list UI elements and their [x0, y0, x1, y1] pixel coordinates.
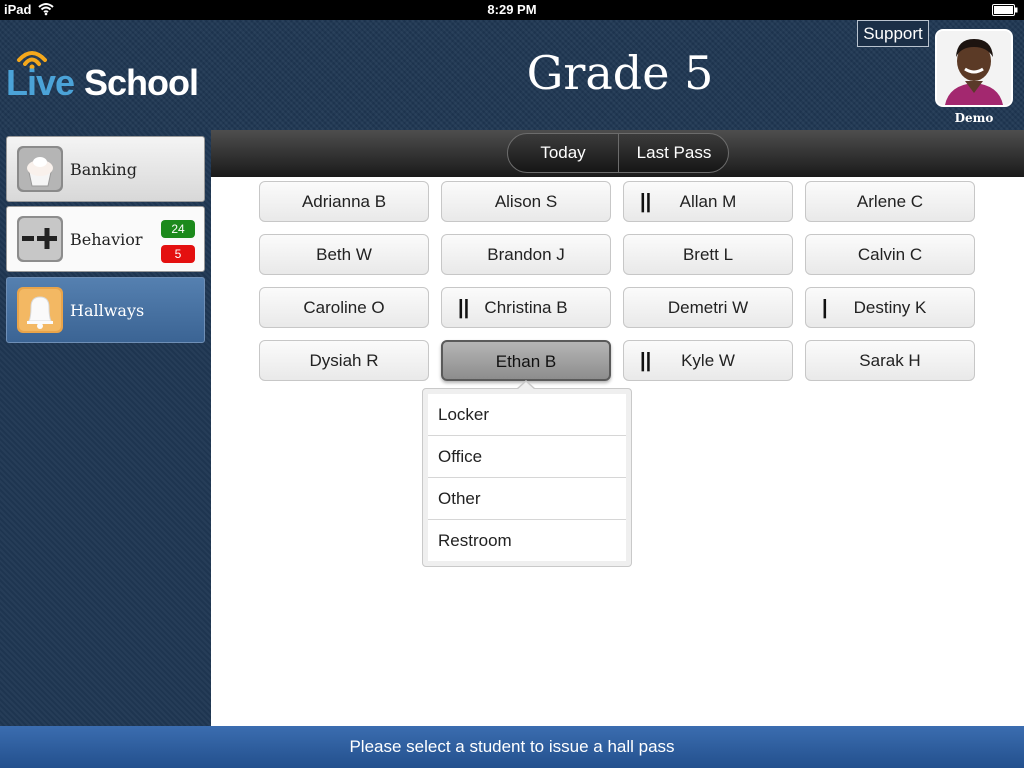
support-button[interactable]: Support — [857, 20, 929, 47]
sidebar-item-label: Hallways — [70, 301, 145, 320]
footer-message: Please select a student to issue a hall … — [0, 726, 1024, 768]
student-button[interactable]: Beth W — [259, 234, 429, 275]
toolbar: Today Last Pass — [211, 130, 1024, 177]
student-name: Arlene C — [856, 192, 924, 211]
sidebar-item-behavior[interactable]: Behavior 24 5 — [6, 206, 205, 272]
student-name: Sarak H — [859, 351, 921, 370]
student-button[interactable]: Dysiah R — [259, 340, 429, 381]
student-button[interactable]: Calvin C — [805, 234, 975, 275]
cupcake-icon — [17, 146, 63, 192]
student-name: Dysiah R — [309, 351, 379, 370]
student-name: Beth W — [316, 245, 372, 264]
student-button[interactable]: || Christina B — [441, 287, 611, 328]
sidebar-item-hallways[interactable]: Hallways — [6, 277, 205, 343]
student-button[interactable]: Ethan B — [441, 340, 611, 381]
student-name: Demetri W — [667, 298, 749, 317]
positive-count-badge: 24 — [161, 220, 195, 238]
student-name: Adrianna B — [301, 192, 387, 211]
student-name: Calvin C — [857, 245, 923, 264]
student-button[interactable]: Arlene C — [805, 181, 975, 222]
student-name: Caroline O — [303, 298, 385, 317]
hall-pass-menu: Locker Office Other Restroom — [422, 388, 632, 567]
pass-tally-marks: | — [822, 297, 828, 319]
avatar[interactable] — [935, 29, 1013, 107]
student-button[interactable]: Adrianna B — [259, 181, 429, 222]
student-button[interactable]: | Destiny K — [805, 287, 975, 328]
student-name: Brett L — [682, 245, 734, 264]
clock: 8:29 PM — [487, 2, 537, 17]
student-name: Ethan B — [495, 352, 557, 371]
pass-tally-marks: || — [640, 350, 652, 372]
segment-last-pass[interactable]: Last Pass — [619, 134, 728, 172]
pass-option-office[interactable]: Office — [428, 436, 626, 478]
pass-option-list: Locker Office Other Restroom — [428, 394, 626, 561]
segmented-control: Today Last Pass — [507, 133, 729, 173]
plus-minus-icon — [17, 216, 63, 262]
sidebar-item-label: Behavior — [70, 230, 143, 249]
student-name: Destiny K — [853, 298, 927, 317]
student-name: Christina B — [484, 298, 568, 317]
bell-icon — [17, 287, 63, 333]
pass-option-restroom[interactable]: Restroom — [428, 520, 626, 561]
pass-tally-marks: || — [458, 297, 470, 319]
student-button[interactable]: Sarak H — [805, 340, 975, 381]
logo-text-live: Live — [6, 62, 75, 103]
student-button[interactable]: Brett L — [623, 234, 793, 275]
liveschool-logo: Live School — [6, 44, 216, 104]
negative-count-badge: 5 — [161, 245, 195, 263]
battery-icon — [992, 4, 1018, 16]
student-button[interactable]: || Kyle W — [623, 340, 793, 381]
logo-text-school: School — [84, 62, 199, 103]
page-title: Grade 5 — [526, 46, 714, 100]
pass-option-locker[interactable]: Locker — [428, 394, 626, 436]
popover-arrow-fill — [517, 382, 535, 390]
status-bar: iPad 8:29 PM — [0, 0, 1024, 20]
sidebar-item-banking[interactable]: Banking — [6, 136, 205, 202]
user-photo — [937, 31, 1011, 105]
student-name: Alison S — [494, 192, 558, 211]
segment-today[interactable]: Today — [508, 134, 619, 172]
student-name: Brandon J — [487, 245, 565, 264]
pass-tally-marks: || — [640, 191, 652, 213]
pass-option-other[interactable]: Other — [428, 478, 626, 520]
header: Live School Grade 5 Support Demo — [0, 20, 1024, 130]
student-name: Allan M — [679, 192, 737, 211]
student-button[interactable]: Demetri W — [623, 287, 793, 328]
student-button[interactable]: Brandon J — [441, 234, 611, 275]
student-button[interactable]: Caroline O — [259, 287, 429, 328]
sidebar-item-label: Banking — [70, 160, 137, 179]
student-name: Kyle W — [681, 351, 735, 370]
student-button[interactable]: || Allan M — [623, 181, 793, 222]
user-name: Demo — [954, 111, 994, 125]
student-button[interactable]: Alison S — [441, 181, 611, 222]
